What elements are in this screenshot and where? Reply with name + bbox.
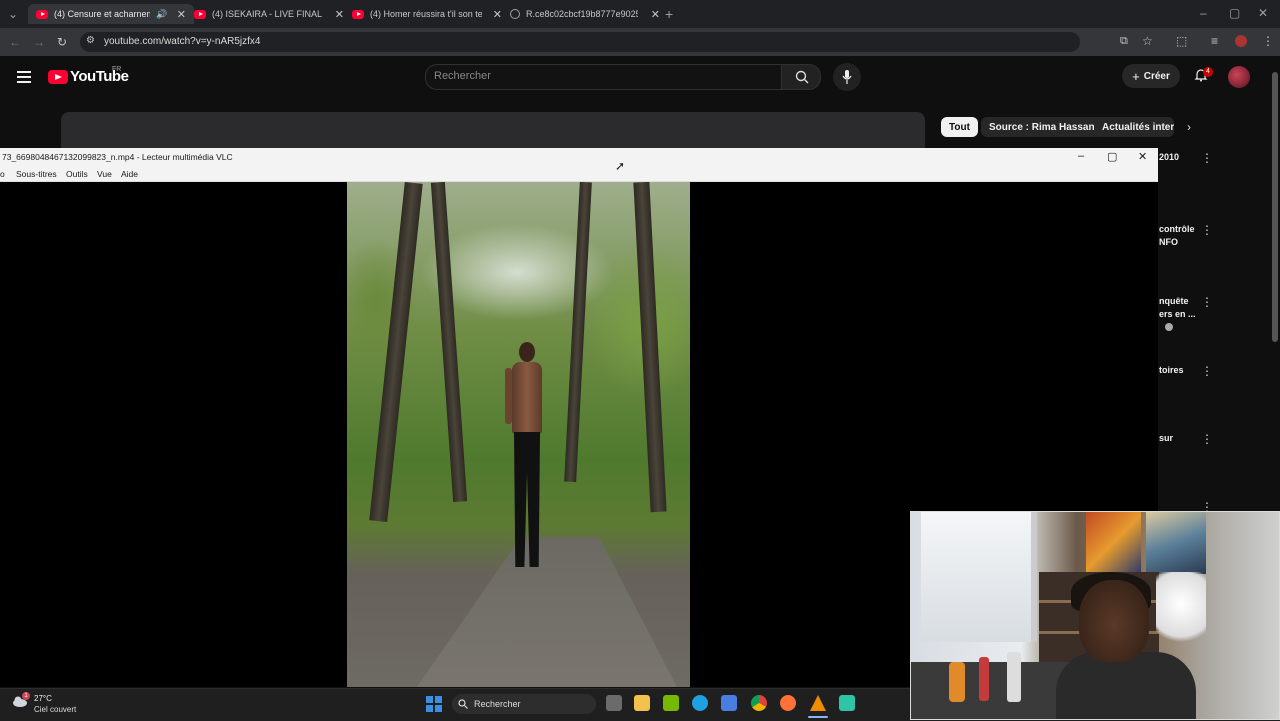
sidebar-video-title[interactable]: nquête	[1159, 295, 1189, 308]
extensions-icon[interactable]: ⬚	[1176, 34, 1187, 48]
firefox-icon[interactable]	[780, 695, 796, 711]
verified-check-icon	[1165, 323, 1173, 331]
vlc-menu-view[interactable]: Vue	[97, 169, 112, 179]
profile-icon[interactable]	[1235, 35, 1247, 47]
vlc-menu-subtitles[interactable]: Sous-titres	[16, 169, 57, 179]
reload-icon[interactable]: ↻	[57, 35, 67, 49]
tab-homer[interactable]: (4) Homer réussira t'il son test ✕	[344, 4, 510, 24]
webcam-overlay	[910, 511, 1280, 720]
plus-icon: +	[1132, 68, 1140, 84]
chips-next-chevron-icon[interactable]: ›	[1187, 120, 1191, 134]
chip-tout[interactable]: Tout	[941, 117, 978, 137]
new-tab-plus-icon[interactable]: +	[665, 6, 673, 22]
tab-censure[interactable]: (4) Censure et acharnement 🔊 ✕	[28, 4, 194, 24]
search-icon	[795, 70, 809, 84]
speaker-icon[interactable]: 🔊	[156, 9, 167, 20]
vlc-cone-icon[interactable]	[810, 695, 826, 711]
edge-icon[interactable]	[692, 695, 708, 711]
tab-close-icon[interactable]: ✕	[177, 8, 186, 21]
forward-arrow-icon[interactable]: →	[33, 35, 45, 49]
vlc-window-title: 73_6698048467132099823_n.mp4 - Lecteur m…	[2, 152, 233, 162]
search-placeholder: Rechercher	[434, 70, 491, 82]
more-options-icon[interactable]: ⋮	[1201, 223, 1213, 237]
tab-close-icon[interactable]: ✕	[335, 8, 344, 21]
video-player-background	[61, 112, 925, 152]
sidebar-video-title[interactable]: contrôle	[1159, 223, 1195, 236]
media-controls-icon[interactable]: ≡	[1211, 34, 1218, 48]
more-options-icon[interactable]: ⋮	[1201, 295, 1213, 309]
store-icon[interactable]	[721, 695, 737, 711]
sidebar-video-title[interactable]: ers en ...	[1159, 308, 1196, 321]
tab-title: (4) Censure et acharnement	[54, 9, 150, 19]
scrollbar-thumb[interactable]	[1272, 72, 1278, 342]
vlc-close-icon[interactable]: ✕	[1138, 150, 1147, 163]
search-button[interactable]	[781, 64, 821, 90]
video-frame-forest	[347, 182, 690, 687]
youtube-favicon-icon	[194, 9, 206, 19]
site-info-icon[interactable]: ⚙	[86, 35, 95, 46]
mouse-cursor-icon: ➚	[615, 159, 626, 173]
create-label: Créer	[1143, 70, 1170, 82]
tab-title: R.ce8c02cbcf19b8777e902578	[526, 9, 638, 19]
close-window-icon[interactable]: ✕	[1258, 6, 1268, 20]
tab-close-icon[interactable]: ✕	[651, 8, 660, 21]
install-app-icon[interactable]: ⧉	[1120, 35, 1128, 48]
tab-isekaira[interactable]: (4) ISEKAIRA - LIVE FINAL sans ✕	[186, 4, 352, 24]
file-explorer-icon[interactable]	[634, 695, 650, 711]
chip-source[interactable]: Source : Rima Hassan	[981, 117, 1103, 137]
vlc-menu-tools[interactable]: Outils	[66, 169, 88, 179]
minimize-icon[interactable]: –	[1200, 6, 1207, 20]
vlc-minimize-icon[interactable]: –	[1078, 150, 1084, 162]
sidebar-video-title[interactable]: NFO	[1159, 236, 1178, 249]
url-text: youtube.com/watch?v=y-nAR5jzfx4	[104, 36, 261, 47]
notification-count-badge: 4	[1203, 67, 1213, 77]
sidebar-video-title[interactable]: sur	[1159, 432, 1173, 445]
create-button[interactable]: + Créer	[1122, 64, 1180, 88]
nvidia-icon[interactable]	[663, 695, 679, 711]
vlc-menu-help[interactable]: Aide	[121, 169, 138, 179]
region-code: FR	[112, 66, 122, 73]
browser-menu-icon[interactable]: ⋮	[1262, 34, 1274, 48]
youtube-favicon-icon	[352, 9, 364, 19]
weather-description[interactable]: Ciel couvert	[34, 705, 76, 714]
menu-hamburger-icon[interactable]	[17, 71, 31, 86]
youtube-logo-icon[interactable]	[48, 70, 68, 84]
person-in-video	[505, 342, 549, 577]
taskbar-search-label: Rechercher	[474, 699, 521, 709]
windows-start-icon[interactable]	[426, 696, 442, 712]
more-options-icon[interactable]: ⋮	[1201, 432, 1213, 446]
task-view-icon[interactable]	[606, 695, 622, 711]
chrome-icon[interactable]	[751, 695, 767, 711]
teal-app-icon[interactable]	[839, 695, 855, 711]
tab-title: (4) ISEKAIRA - LIVE FINAL sans	[212, 9, 324, 19]
bookmark-star-icon[interactable]: ☆	[1142, 34, 1153, 48]
weather-alert-badge: 1	[22, 692, 30, 700]
microphone-icon	[842, 70, 852, 84]
weather-temperature[interactable]: 27°C	[34, 694, 52, 703]
vlc-menu-item[interactable]: o	[0, 169, 5, 179]
more-options-icon[interactable]: ⋮	[1201, 364, 1213, 378]
vlc-maximize-icon[interactable]: ▢	[1107, 150, 1117, 163]
globe-favicon-icon	[510, 9, 520, 19]
chip-actualites[interactable]: Actualités intern	[1094, 117, 1174, 137]
active-app-indicator	[808, 716, 828, 718]
more-options-icon[interactable]: ⋮	[1201, 151, 1213, 165]
tab-search-chevron-icon[interactable]: ⌄	[8, 7, 18, 21]
tab-close-icon[interactable]: ✕	[493, 8, 502, 21]
sidebar-video-title[interactable]: 2010	[1159, 151, 1179, 164]
vlc-menu-bar	[0, 166, 1158, 182]
sidebar-video-title[interactable]: toires	[1159, 364, 1184, 377]
vlc-title-bar[interactable]: 73_6698048467132099823_n.mp4 - Lecteur m…	[0, 148, 1158, 166]
back-arrow-icon[interactable]: ←	[9, 35, 21, 49]
taskbar-search-icon	[458, 699, 468, 709]
voice-search-button[interactable]	[833, 63, 861, 91]
tab-title: (4) Homer réussira t'il son test	[370, 9, 482, 19]
youtube-favicon-icon	[36, 9, 48, 19]
maximize-icon[interactable]: ▢	[1229, 6, 1240, 20]
tab-image[interactable]: R.ce8c02cbcf19b8777e902578 ✕	[502, 4, 668, 24]
account-avatar[interactable]	[1228, 66, 1250, 88]
